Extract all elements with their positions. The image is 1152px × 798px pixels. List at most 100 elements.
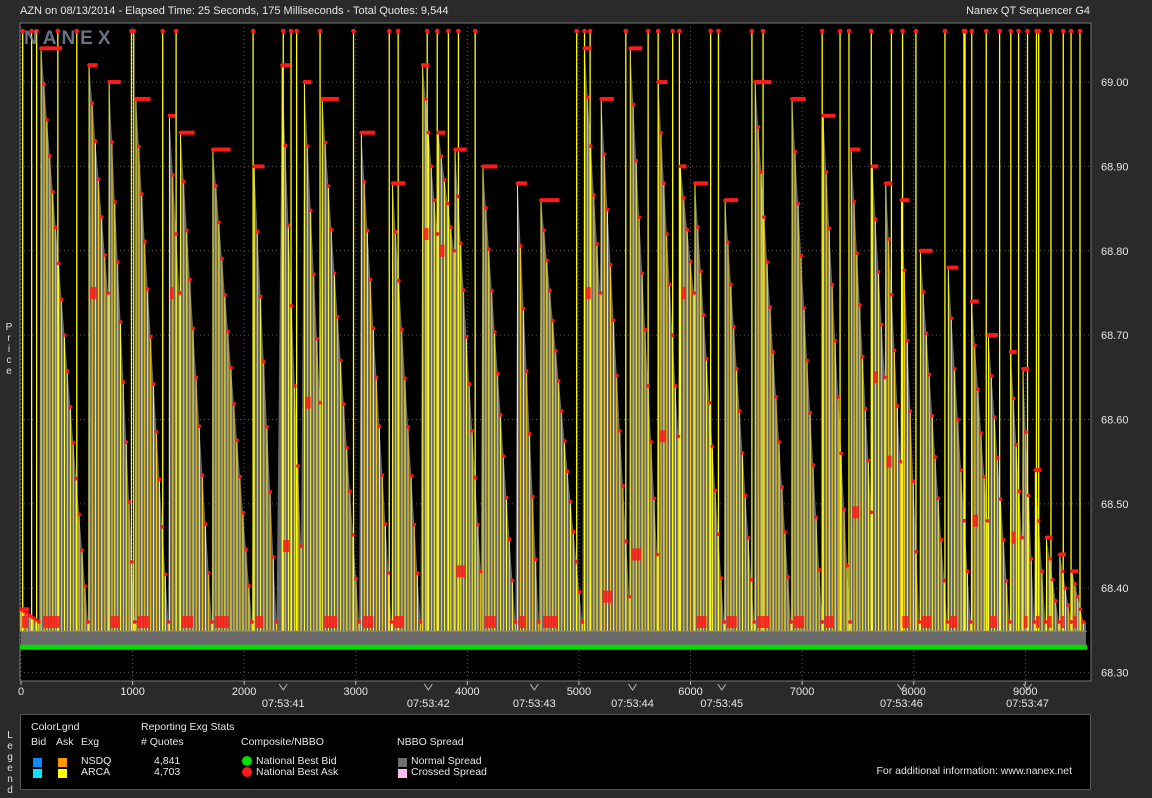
spike-marker bbox=[645, 28, 651, 34]
low-cluster bbox=[543, 615, 558, 628]
spike-marker bbox=[677, 28, 682, 34]
time-tick-mark bbox=[423, 683, 433, 691]
y-axis-side-letter: i bbox=[7, 344, 11, 355]
low-cluster bbox=[989, 615, 997, 628]
ask-marker bbox=[713, 488, 718, 493]
ask-marker bbox=[286, 223, 291, 228]
ask-marker bbox=[985, 518, 990, 523]
ask-marker bbox=[518, 244, 523, 248]
spike-marker bbox=[869, 28, 874, 34]
time-tick-label: 07:53:46 bbox=[880, 698, 923, 710]
ask-marker bbox=[621, 484, 625, 488]
legend-col-bid: Bid bbox=[31, 736, 47, 748]
ask-marker bbox=[429, 164, 434, 169]
ask-marker bbox=[80, 548, 84, 553]
y-axis-side-letter: r bbox=[7, 333, 11, 344]
x-tick-label: 2000 bbox=[232, 686, 256, 698]
ask-marker bbox=[77, 512, 82, 517]
ask-marker bbox=[646, 383, 651, 388]
ask-marker bbox=[332, 271, 337, 276]
ask-plateau bbox=[851, 147, 861, 152]
ask-marker bbox=[415, 571, 420, 576]
low-cluster bbox=[921, 615, 932, 628]
ask-marker bbox=[124, 440, 129, 444]
low-cluster bbox=[886, 455, 892, 468]
arca-bid-swatch bbox=[33, 769, 42, 778]
x-tick-label: 5000 bbox=[567, 686, 591, 698]
ask-marker bbox=[299, 544, 303, 548]
low-cluster bbox=[456, 565, 466, 578]
ask-marker bbox=[556, 379, 561, 383]
ask-marker bbox=[1053, 598, 1058, 603]
time-tick-mark bbox=[278, 683, 288, 691]
ask-marker bbox=[911, 479, 916, 484]
ask-plateau bbox=[872, 164, 879, 169]
ask-marker bbox=[707, 400, 712, 405]
ask-plateau bbox=[282, 63, 291, 68]
ask-marker bbox=[1047, 556, 1052, 561]
low-cluster bbox=[518, 615, 527, 628]
ask-marker bbox=[323, 140, 328, 145]
ask-marker bbox=[667, 282, 672, 287]
ask-marker bbox=[921, 290, 926, 294]
ask-plateau bbox=[630, 46, 643, 51]
ask-marker bbox=[456, 194, 460, 199]
ask-marker bbox=[676, 434, 681, 439]
ask-plateau bbox=[584, 46, 592, 51]
spike-marker bbox=[288, 28, 294, 34]
ask-plateau bbox=[1059, 552, 1066, 557]
y-axis-side-letter: e bbox=[6, 366, 12, 377]
ask-marker bbox=[550, 318, 555, 323]
spike-marker bbox=[962, 28, 968, 34]
ask-marker bbox=[879, 322, 884, 327]
ask-marker bbox=[418, 620, 423, 624]
y-tick-label: 68.50 bbox=[1101, 499, 1129, 511]
ask-marker bbox=[863, 406, 868, 411]
ask-marker bbox=[664, 231, 669, 236]
ask-marker bbox=[203, 522, 208, 526]
arca-ask-swatch bbox=[58, 769, 67, 778]
ask-marker bbox=[377, 424, 382, 429]
ask-marker bbox=[1043, 620, 1048, 624]
ask-marker bbox=[348, 489, 352, 494]
ask-marker bbox=[820, 620, 825, 624]
y-tick-label: 68.40 bbox=[1101, 583, 1129, 595]
ask-marker bbox=[649, 440, 654, 444]
ask-marker bbox=[617, 428, 622, 433]
ask-marker bbox=[942, 578, 947, 583]
ask-marker bbox=[145, 287, 150, 292]
ask-marker bbox=[329, 227, 334, 232]
ask-marker bbox=[882, 375, 887, 380]
ask-marker bbox=[53, 225, 58, 230]
time-tick-label: 07:53:42 bbox=[407, 698, 450, 710]
ask-marker bbox=[268, 489, 273, 494]
ask-marker bbox=[498, 412, 503, 417]
spike-marker bbox=[1048, 28, 1054, 34]
low-cluster bbox=[1060, 615, 1065, 628]
ask-marker bbox=[673, 383, 678, 388]
ask-marker bbox=[559, 409, 564, 413]
ask-marker bbox=[271, 554, 276, 559]
ask-plateau bbox=[901, 198, 910, 203]
ask-marker bbox=[501, 454, 506, 459]
ask-marker bbox=[274, 620, 279, 624]
ask-marker bbox=[965, 569, 970, 574]
crossed-spread-swatch bbox=[398, 769, 407, 778]
ask-marker bbox=[396, 278, 401, 283]
ask-marker bbox=[568, 499, 573, 504]
ask-plateau bbox=[21, 607, 30, 612]
ask-marker bbox=[326, 184, 331, 188]
ask-marker bbox=[442, 178, 447, 182]
ask-plateau bbox=[392, 181, 406, 186]
spike-marker bbox=[889, 28, 894, 34]
low-cluster bbox=[90, 286, 97, 299]
ask-marker bbox=[866, 458, 871, 463]
low-cluster bbox=[305, 396, 311, 409]
ask-marker bbox=[789, 620, 793, 624]
ask-marker bbox=[244, 547, 248, 552]
low-cluster bbox=[873, 371, 878, 384]
ask-marker bbox=[177, 291, 182, 295]
low-cluster bbox=[824, 615, 835, 628]
ask-plateau bbox=[1023, 366, 1030, 371]
legend-col-ask: Ask bbox=[56, 736, 74, 748]
